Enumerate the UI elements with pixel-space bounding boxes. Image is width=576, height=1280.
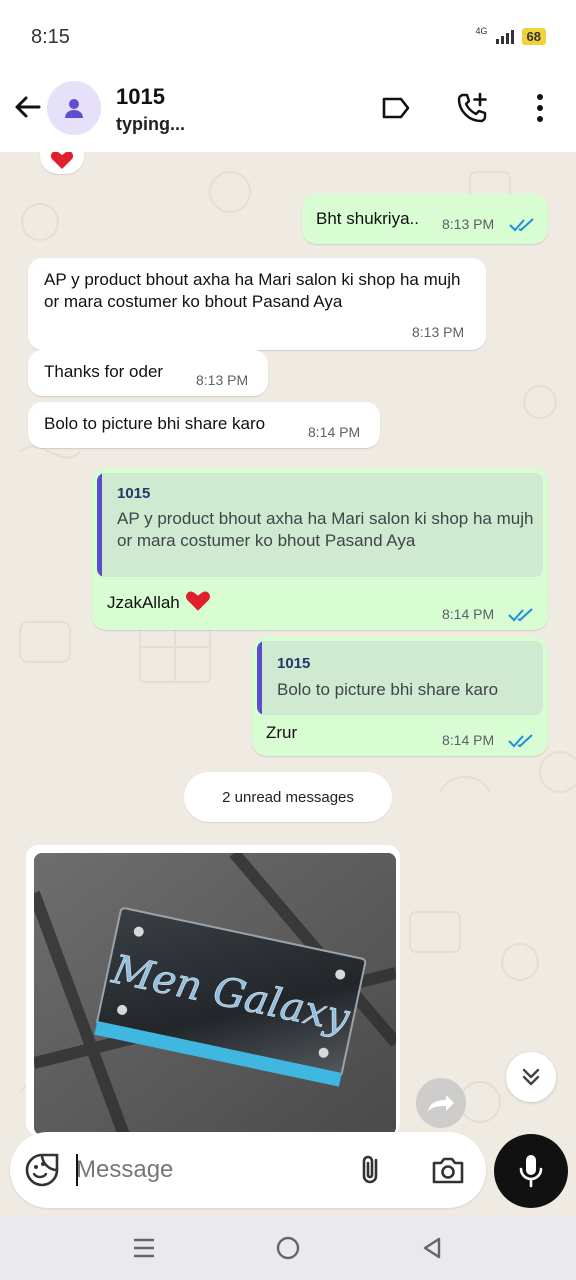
heart-icon — [185, 591, 210, 611]
message-composer — [10, 1132, 486, 1208]
paperclip-icon — [362, 1155, 378, 1184]
avatar[interactable] — [47, 81, 101, 135]
label-button[interactable] — [378, 90, 414, 126]
message-bubble-outgoing[interactable]: Bht shukriya.. 8:13 PM — [302, 194, 548, 244]
quote-author: 1015 — [117, 485, 151, 502]
camera-icon — [432, 1157, 464, 1184]
quote-text: AP y product bhout axha ha Mari salon ki… — [117, 509, 534, 550]
message-text-content: JzakAllah — [107, 593, 180, 612]
sticker-icon — [25, 1153, 59, 1187]
status-bar: 8:15 4G 68 — [0, 0, 576, 72]
chat-header: 1015 typing... — [0, 72, 576, 152]
text-cursor — [76, 1154, 78, 1186]
photo-image: Men Galaxy — [34, 853, 396, 1135]
network-type: 4G — [475, 25, 488, 36]
status-time: 8:15 — [31, 26, 70, 48]
more-vertical-icon — [537, 94, 543, 122]
quoted-message[interactable]: 1015 AP y product bhout axha ha Mari sal… — [97, 473, 543, 577]
quoted-message[interactable]: 1015 Bolo to picture bhi share karo — [257, 641, 543, 715]
heart-icon — [50, 152, 74, 169]
message-time: 8:13 PM — [412, 324, 465, 340]
message-bubble-incoming[interactable]: Thanks for oder 8:13 PM — [28, 350, 268, 396]
message-time: 8:13 PM — [196, 372, 249, 388]
more-options-button[interactable] — [522, 90, 558, 126]
triangle-back-icon — [423, 1237, 441, 1259]
unread-messages-divider: 2 unread messages — [184, 772, 392, 822]
forward-button[interactable] — [416, 1078, 466, 1128]
add-call-button[interactable] — [454, 90, 490, 126]
back-nav-button[interactable] — [416, 1232, 448, 1264]
message-input[interactable] — [76, 1148, 336, 1192]
message-text: Zrur — [266, 723, 298, 742]
photo-thumbnail[interactable]: Men Galaxy — [34, 853, 396, 1135]
contact-name[interactable]: 1015 — [116, 84, 165, 110]
double-check-icon — [508, 608, 533, 622]
forward-icon — [428, 1095, 454, 1111]
quote-text: Bolo to picture bhi share karo — [277, 680, 499, 699]
message-text: JzakAllah — [107, 590, 211, 614]
menu-icon — [134, 1238, 154, 1258]
camera-button[interactable] — [430, 1152, 466, 1188]
message-time: 8:13 PM — [442, 216, 495, 232]
message-bubble-outgoing-reply[interactable]: 1015 AP y product bhout axha ha Mari sal… — [92, 468, 548, 630]
voice-message-button[interactable] — [494, 1134, 568, 1208]
contact-status: typing... — [116, 114, 185, 134]
attach-button[interactable] — [354, 1152, 390, 1188]
signal-icon — [495, 29, 514, 44]
message-text: Bolo to picture bhi share karo — [44, 414, 266, 433]
chevron-double-down-icon — [522, 1068, 540, 1086]
recents-button[interactable] — [128, 1232, 160, 1264]
label-icon — [382, 97, 410, 119]
chat-area[interactable]: Bht shukriya.. 8:13 PM AP y product bhou… — [0, 152, 576, 1216]
quote-bar — [257, 641, 262, 715]
message-bubble-outgoing-reply[interactable]: 1015 Bolo to picture bhi share karo Zrur… — [252, 636, 548, 756]
message-bubble-incoming[interactable]: AP y product bhout axha ha Mari salon ki… — [28, 258, 486, 350]
phone-plus-icon — [457, 92, 487, 123]
double-check-icon — [509, 218, 534, 232]
person-icon — [65, 99, 83, 118]
message-time: 8:14 PM — [308, 424, 361, 440]
home-button[interactable] — [272, 1232, 304, 1264]
message-time: 8:14 PM — [442, 606, 495, 622]
home-circle-icon — [276, 1236, 300, 1260]
double-check-icon — [508, 734, 533, 748]
status-indicators: 4G 68 — [475, 25, 546, 45]
quote-bar — [97, 473, 102, 577]
sticker-button[interactable] — [24, 1152, 60, 1188]
back-button[interactable] — [10, 90, 44, 124]
system-nav-bar — [0, 1216, 576, 1280]
image-message[interactable]: Men Galaxy — [26, 845, 400, 1135]
message-text: Thanks for oder — [44, 362, 164, 381]
message-text: AP y product bhout axha ha Mari salon ki… — [44, 270, 461, 311]
message-time: 8:14 PM — [442, 732, 495, 748]
message-bubble-incoming[interactable]: Bolo to picture bhi share karo 8:14 PM — [28, 402, 380, 448]
quote-author: 1015 — [277, 655, 311, 672]
scroll-to-bottom-button[interactable] — [506, 1052, 556, 1102]
arrow-left-icon — [15, 96, 41, 118]
microphone-icon — [519, 1155, 543, 1188]
battery-level: 68 — [521, 28, 546, 45]
message-text: Bht shukriya.. — [316, 209, 419, 228]
